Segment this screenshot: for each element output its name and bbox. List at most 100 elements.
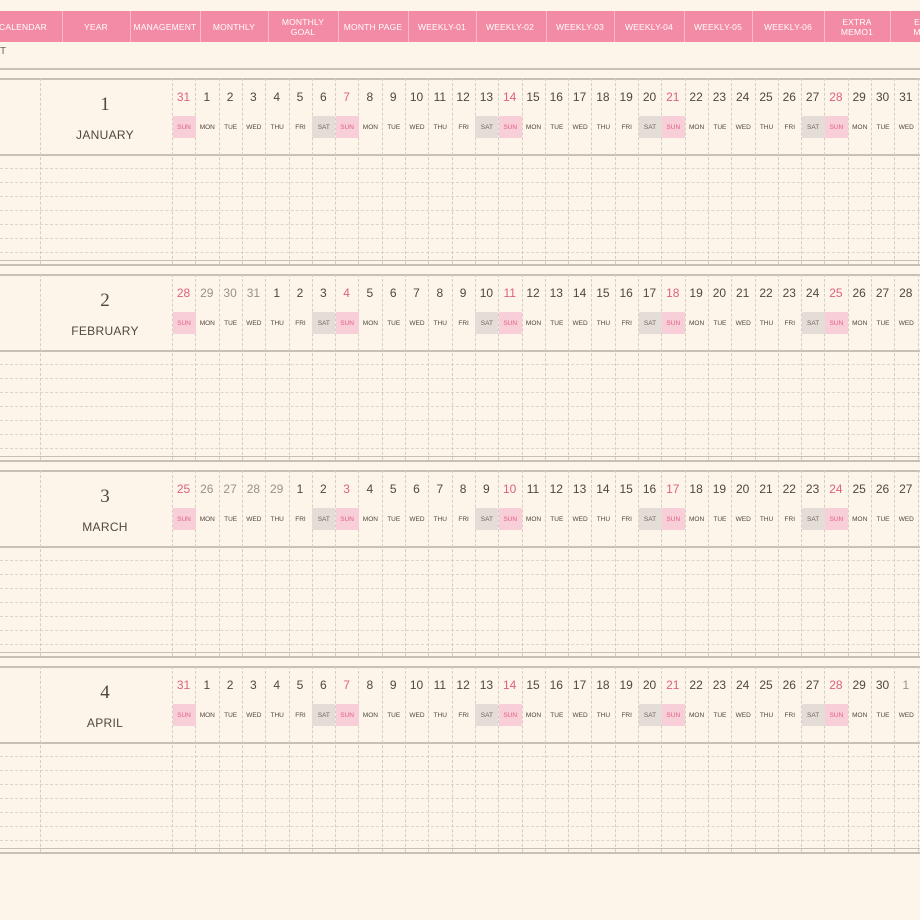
date-number: 3 xyxy=(250,90,257,104)
note-row-line xyxy=(0,784,920,785)
day-column-divider xyxy=(638,274,639,460)
weekday-label: SAT xyxy=(475,704,499,726)
date-number: 12 xyxy=(456,90,470,104)
date-number: 9 xyxy=(459,286,467,300)
nav-tab-label: WEEKLY-02 xyxy=(485,21,535,32)
date-number: 31 xyxy=(176,90,191,104)
nav-tab-weekly-02[interactable]: WEEKLY-02 xyxy=(476,11,544,42)
nav-tab-weekly-03[interactable]: WEEKLY-03 xyxy=(546,11,614,42)
day-column-divider xyxy=(265,78,267,264)
date-number: 29 xyxy=(200,286,214,300)
date-number: 22 xyxy=(782,482,796,496)
weekday-label: WED xyxy=(898,319,914,327)
day-column-divider xyxy=(451,666,453,852)
nav-tab-extra-memo1[interactable]: EXTRA MEMO1 xyxy=(824,11,890,42)
date-number: 7 xyxy=(343,90,350,104)
month-number: 4 xyxy=(100,682,110,703)
date-number: 3 xyxy=(250,678,257,692)
month-number: 2 xyxy=(100,290,110,311)
date-number: 4 xyxy=(343,286,350,300)
weekday-label: FRI xyxy=(784,319,796,327)
date-number: 13 xyxy=(479,678,494,692)
weekday-label: THU xyxy=(596,319,611,327)
day-column-divider xyxy=(591,274,593,460)
nav-tab-label: WEEKLY-01 xyxy=(417,21,467,32)
day-column-divider xyxy=(172,666,173,852)
weekday-label: TUE xyxy=(876,711,890,719)
date-number: 29 xyxy=(270,482,284,496)
nav-tab-label: EX ME xyxy=(913,16,920,37)
month-block-bottom-line xyxy=(0,652,920,653)
day-column-divider xyxy=(591,470,593,656)
day-column-divider xyxy=(824,274,826,460)
day-column-divider xyxy=(358,274,360,460)
month-block-top-line xyxy=(0,470,920,472)
day-column-divider xyxy=(731,666,733,852)
month-number: 3 xyxy=(100,486,110,507)
date-number: 31 xyxy=(176,678,191,692)
day-column-divider xyxy=(498,470,500,656)
day-column-divider xyxy=(451,274,453,460)
nav-tab-weekly-05[interactable]: WEEKLY-05 xyxy=(684,11,752,42)
weekday-label: TUE xyxy=(713,711,727,719)
date-number: 5 xyxy=(296,678,304,692)
date-number: 1 xyxy=(203,90,211,104)
weekday-label: SAT xyxy=(312,116,336,138)
day-column-divider xyxy=(521,78,523,264)
month-name: JANUARY xyxy=(76,128,134,142)
weekday-label: THU xyxy=(270,123,284,131)
weekday-label: WED xyxy=(735,515,751,523)
date-number: 14 xyxy=(572,286,587,300)
date-number: 13 xyxy=(479,90,494,104)
weekday-label: SAT xyxy=(475,312,499,334)
weekday-label: MON xyxy=(362,515,378,523)
nav-tab-monthly-goal[interactable]: MONTHLY GOAL xyxy=(268,11,338,42)
weekday-label: TUE xyxy=(224,319,238,327)
nav-tab-weekly-04[interactable]: WEEKLY-04 xyxy=(614,11,684,42)
weekday-label: TUE xyxy=(713,319,727,327)
day-column-divider xyxy=(265,666,267,852)
day-column-divider xyxy=(521,666,523,852)
nav-tab-year[interactable]: YEAR xyxy=(62,11,130,42)
weekday-label: TUE xyxy=(713,123,727,131)
day-column-divider xyxy=(521,470,523,656)
nav-separator xyxy=(890,11,891,42)
day-column-divider xyxy=(474,78,476,264)
weekday-label: MON xyxy=(689,515,705,523)
weekday-label: WED xyxy=(572,711,588,719)
date-number: 27 xyxy=(223,482,237,496)
nav-separator xyxy=(614,11,615,42)
date-number: 11 xyxy=(433,678,447,692)
weekday-label: FRI xyxy=(621,515,632,523)
nav-tab-weekly-01[interactable]: WEEKLY-01 xyxy=(408,11,476,42)
top-divider xyxy=(0,68,920,70)
date-number: 18 xyxy=(666,286,680,300)
date-number: 2 xyxy=(296,286,304,300)
date-number: 8 xyxy=(459,482,467,496)
day-column-divider xyxy=(544,78,546,264)
date-number: 23 xyxy=(712,90,727,104)
date-number: 25 xyxy=(829,286,843,300)
date-number: 30 xyxy=(875,90,890,104)
day-column-divider xyxy=(894,274,896,460)
nav-tab-weekly-06[interactable]: WEEKLY-06 xyxy=(752,11,824,42)
nav-tab-monthly[interactable]: MONTHLY xyxy=(200,11,268,42)
day-column-divider xyxy=(847,470,849,656)
weekday-label: TUE xyxy=(876,319,890,327)
day-column-divider xyxy=(521,274,523,460)
weekday-label: THU xyxy=(759,515,774,523)
month-block-top-line xyxy=(0,78,920,80)
nav-tab-calendar[interactable]: CALENDAR xyxy=(0,11,50,42)
weekday-label: SUN xyxy=(661,508,685,530)
weekday-label: WED xyxy=(409,123,425,131)
weekday-label: SUN xyxy=(335,312,359,334)
nav-tab-management[interactable]: MANAGEMENT xyxy=(130,11,200,42)
date-number: 26 xyxy=(782,678,796,692)
date-number: 8 xyxy=(436,286,444,300)
date-number: 16 xyxy=(549,90,563,104)
date-number: 26 xyxy=(852,286,866,300)
nav-tab-ex-me[interactable]: EX ME xyxy=(890,11,920,42)
weekday-label: MON xyxy=(525,515,542,523)
nav-tab-month-page[interactable]: MONTH PAGE xyxy=(338,11,408,42)
date-number: 16 xyxy=(549,678,563,692)
